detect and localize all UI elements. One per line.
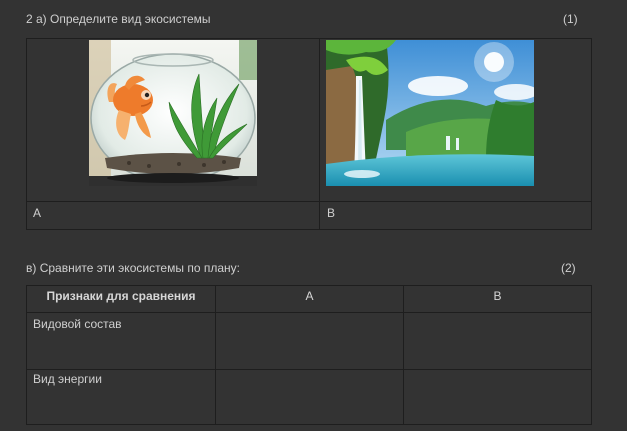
task-a-title: 2 а) Определите вид экосистемы bbox=[26, 12, 211, 26]
answer-cell-b-species[interactable] bbox=[403, 312, 592, 370]
table-row: Вид энергии bbox=[26, 369, 216, 425]
answer-cell-b-energy[interactable] bbox=[403, 369, 592, 425]
task-b-title: в) Сравните эти экосистемы по плану: bbox=[26, 261, 240, 275]
row-label-species: Видовой состав bbox=[33, 317, 122, 331]
label-cell-a: A bbox=[26, 201, 320, 230]
answer-cell-a-species[interactable] bbox=[215, 312, 404, 370]
aquarium-icon bbox=[89, 40, 257, 186]
label-cell-b: B bbox=[319, 201, 592, 230]
task-b-points: (2) bbox=[561, 261, 576, 275]
label-b: B bbox=[327, 206, 336, 220]
task-a-points: (1) bbox=[563, 12, 578, 26]
cut-off-next-task bbox=[26, 424, 586, 431]
header-criteria: Признаки для сравнения bbox=[26, 285, 216, 313]
aquarium-goldfish-photo bbox=[89, 40, 257, 186]
header-a: A bbox=[215, 285, 404, 313]
answer-cell-a-energy[interactable] bbox=[215, 369, 404, 425]
table-row: Видовой состав bbox=[26, 312, 216, 370]
waterfall-icon bbox=[326, 40, 534, 186]
waterfall-lake-landscape-photo bbox=[326, 40, 534, 186]
row-label-energy: Вид энергии bbox=[33, 372, 102, 386]
label-a: A bbox=[33, 206, 42, 220]
header-b: B bbox=[403, 285, 592, 313]
